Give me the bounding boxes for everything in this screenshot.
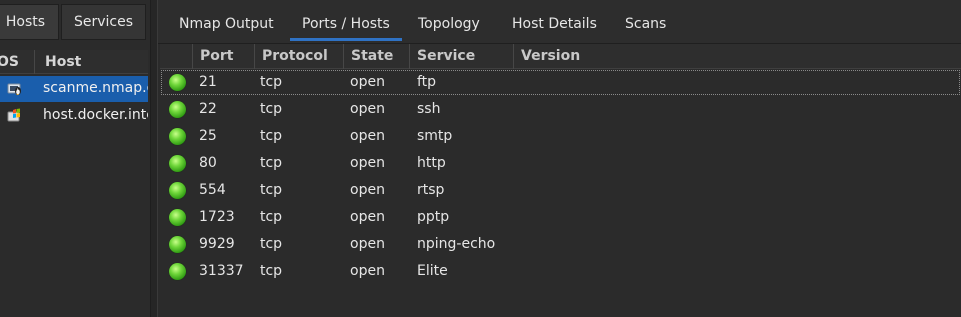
host-row-scanme[interactable]: scanme.nmap.org xyxy=(0,76,148,102)
protocol-cell: tcp xyxy=(260,236,283,252)
service-cell: Elite xyxy=(417,263,448,279)
linux-penguin-icon xyxy=(7,81,23,97)
tab-scans[interactable]: Scans xyxy=(625,10,666,40)
service-cell: smtp xyxy=(417,128,453,144)
table-row[interactable]: 25 tcp open smtp xyxy=(160,123,961,150)
port-open-status-icon xyxy=(169,155,186,172)
protocol-cell: tcp xyxy=(260,155,283,171)
table-row[interactable]: 1723 tcp open pptp xyxy=(160,204,961,231)
port-open-status-icon xyxy=(169,209,186,226)
table-row[interactable]: 31337 tcp open Elite xyxy=(160,258,961,285)
protocol-cell: tcp xyxy=(260,128,283,144)
state-cell: open xyxy=(350,263,385,279)
tab-label: Topology xyxy=(418,16,480,32)
service-cell: http xyxy=(417,155,446,171)
table-row[interactable]: 21 tcp open ftp xyxy=(160,69,961,96)
state-cell: open xyxy=(350,236,385,252)
state-cell: open xyxy=(350,155,385,171)
port-cell: 554 xyxy=(199,182,226,198)
column-header-status[interactable] xyxy=(160,44,193,69)
column-header-version[interactable]: Version xyxy=(514,44,961,69)
protocol-cell: tcp xyxy=(260,263,283,279)
tab-ports-hosts[interactable]: Ports / Hosts xyxy=(290,10,402,41)
service-cell: ssh xyxy=(417,101,441,117)
port-cell: 25 xyxy=(199,128,217,144)
table-row[interactable]: 554 tcp open rtsp xyxy=(160,177,961,204)
protocol-cell: tcp xyxy=(260,182,283,198)
service-cell: pptp xyxy=(417,209,450,225)
tab-host-details[interactable]: Host Details xyxy=(512,10,597,40)
tab-nmap-output[interactable]: Nmap Output xyxy=(179,10,274,40)
state-cell: open xyxy=(350,209,385,225)
port-open-status-icon xyxy=(169,263,186,280)
port-open-status-icon xyxy=(169,236,186,253)
tab-hosts-label: Hosts xyxy=(5,14,46,30)
service-cell: nping-echo xyxy=(417,236,496,252)
protocol-cell: tcp xyxy=(260,209,283,225)
port-cell: 22 xyxy=(199,101,217,117)
state-cell: open xyxy=(350,182,385,198)
hosts-panel: Hosts Services OS Host scanme.nmap.org xyxy=(0,0,150,317)
port-open-status-icon xyxy=(169,182,186,199)
port-cell: 80 xyxy=(199,155,217,171)
table-row[interactable]: 22 tcp open ssh xyxy=(160,96,961,123)
port-open-status-icon xyxy=(169,74,186,91)
table-row[interactable]: 80 tcp open http xyxy=(160,150,961,177)
main-tabbar: Nmap Output Ports / Hosts Topology Host … xyxy=(158,0,961,44)
windows-flag-icon xyxy=(7,108,23,124)
tab-services[interactable]: Services xyxy=(61,4,146,40)
hosts-table-header: OS Host xyxy=(0,50,148,74)
port-cell: 21 xyxy=(199,74,217,90)
results-panel: Nmap Output Ports / Hosts Topology Host … xyxy=(158,0,961,317)
ports-table: Port Protocol State Service Version 21 t… xyxy=(160,44,961,317)
panel-splitter[interactable] xyxy=(150,0,158,317)
column-header-os[interactable]: OS xyxy=(0,50,35,74)
ports-table-header: Port Protocol State Service Version xyxy=(160,44,961,69)
host-row-docker[interactable]: host.docker.internal xyxy=(0,103,148,129)
tab-label: Nmap Output xyxy=(179,16,274,32)
service-cell: rtsp xyxy=(417,182,445,198)
state-cell: open xyxy=(350,74,385,90)
host-name: scanme.nmap.org xyxy=(43,80,148,96)
tab-label: Ports / Hosts xyxy=(302,16,390,32)
port-cell: 31337 xyxy=(199,263,244,279)
port-cell: 9929 xyxy=(199,236,235,252)
host-name: host.docker.internal xyxy=(43,107,148,123)
port-open-status-icon xyxy=(169,101,186,118)
tab-services-label: Services xyxy=(73,14,134,30)
column-header-service[interactable]: Service xyxy=(410,44,514,69)
column-header-protocol[interactable]: Protocol xyxy=(255,44,344,69)
table-row[interactable]: 9929 tcp open nping-echo xyxy=(160,231,961,258)
tab-topology[interactable]: Topology xyxy=(418,10,480,40)
service-cell: ftp xyxy=(417,74,437,90)
state-cell: open xyxy=(350,101,385,117)
protocol-cell: tcp xyxy=(260,74,283,90)
tab-label: Scans xyxy=(625,16,667,32)
column-header-state[interactable]: State xyxy=(344,44,410,69)
tab-hosts[interactable]: Hosts xyxy=(0,4,59,40)
protocol-cell: tcp xyxy=(260,101,283,117)
port-open-status-icon xyxy=(169,128,186,145)
column-header-port[interactable]: Port xyxy=(193,44,255,69)
state-cell: open xyxy=(350,128,385,144)
tab-label: Host Details xyxy=(512,16,597,32)
column-header-host[interactable]: Host xyxy=(45,50,81,74)
port-cell: 1723 xyxy=(199,209,235,225)
left-tabbar: Hosts Services xyxy=(0,0,150,44)
